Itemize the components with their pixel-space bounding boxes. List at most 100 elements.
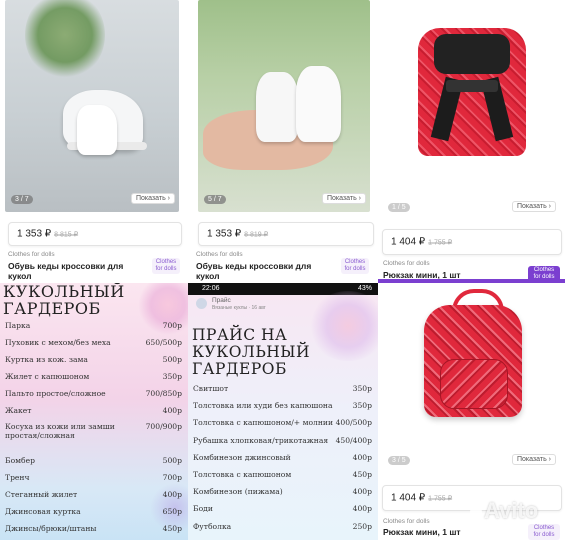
- pricelist-items: Свитшот 350р Толстовка или худи без капюшо…: [188, 384, 378, 540]
- item-price: 400р: [352, 487, 372, 497]
- brand-label: Clothes for dolls: [383, 260, 430, 267]
- item-name: Жакет: [5, 405, 32, 415]
- item-name: Пуховик с мехом/без меха: [5, 337, 111, 347]
- item-name: Рубашка хлопковая/трикотажная: [193, 435, 329, 445]
- price-row: Футболка 250р: [188, 522, 378, 539]
- status-time: 22:06: [202, 285, 220, 292]
- product-title[interactable]: Обувь кеды кроссовки для кукол: [8, 261, 128, 281]
- product-card-3[interactable]: 1 / 5 Показать › 1 404 ₽1 755 ₽ Clothes …: [378, 0, 565, 282]
- chat-name: Прайс: [212, 297, 231, 304]
- price: 1 404 ₽: [391, 492, 426, 504]
- plant-decor: [25, 0, 105, 80]
- price-row: Куртка из кож. зама 500р: [0, 355, 188, 372]
- old-price: 8 815 ₽: [54, 231, 79, 239]
- price-row: Джинсовая куртка 650р: [0, 507, 188, 524]
- item-price: 400р: [352, 452, 372, 462]
- price-row: Толстовка с капюшоном 450р: [188, 470, 378, 487]
- price-row: Бомбер 500р: [0, 456, 188, 473]
- product-photo[interactable]: 3 / 5 Показать ›: [382, 283, 560, 473]
- price-row: Косуха из кожи или замши простая/сложная…: [0, 422, 188, 456]
- item-name: Толстовка с капюшоном: [193, 470, 292, 479]
- product-card-1[interactable]: 3 / 7 Показать › 1 353 ₽8 815 ₽ Clothes …: [0, 0, 185, 282]
- photo-counter: 3 / 7: [11, 195, 33, 204]
- item-price: 400/500р: [335, 418, 372, 428]
- item-name: Жилет с капюшоном: [5, 371, 90, 381]
- show-more-button[interactable]: Показать ›: [130, 193, 175, 204]
- product-photo[interactable]: 3 / 7 Показать ›: [5, 0, 179, 212]
- item-name: Джинсовая куртка: [5, 506, 81, 516]
- pricelist-image-1[interactable]: КУКОЛЬНЫЙ ГАРДЕРОБ Парка 700р Пуховик с ме…: [0, 283, 188, 540]
- price-row: Парка 700р: [0, 321, 188, 338]
- item-name: Джинсы/брюки/штаны: [5, 523, 97, 533]
- item-price: 700р: [162, 473, 182, 483]
- product-title[interactable]: Обувь кеды кроссовки для кукол: [196, 261, 316, 281]
- price-box[interactable]: 1 404 ₽1 755 ₽: [382, 229, 562, 255]
- item-price: 700/850р: [145, 388, 182, 398]
- price-row: Джинсы/брюки/штаны 450р: [0, 524, 188, 540]
- product-card-2[interactable]: 5 / 7 Показать › 1 353 ₽8 819 ₽ Clothes …: [190, 0, 375, 282]
- price-row: Толстовка или худи без капюшона 350р: [188, 401, 378, 418]
- price-box[interactable]: 1 353 ₽8 819 ₽: [198, 222, 374, 246]
- price: 1 404 ₽: [391, 236, 426, 248]
- show-more-button[interactable]: Показать ›: [511, 201, 556, 212]
- photo-counter: 5 / 7: [204, 195, 226, 204]
- item-name: Тренч: [5, 473, 30, 483]
- backpack-pocket: [440, 359, 508, 409]
- old-price: 1 755 ₽: [428, 239, 453, 247]
- item-price: 650р: [162, 506, 182, 516]
- sneaker-shape: [256, 72, 298, 142]
- sneaker-shape: [77, 105, 117, 155]
- item-price: 700/900р: [145, 422, 182, 432]
- item-price: 500р: [162, 354, 182, 364]
- item-name: Куртка из кож. зама: [5, 354, 88, 364]
- item-price: 350р: [352, 384, 372, 393]
- show-more-button[interactable]: Показать ›: [511, 454, 556, 465]
- backpack-buckle: [446, 80, 498, 92]
- price-row: Жакет 400р: [0, 406, 188, 423]
- item-name: Комбинезон джинсовый: [193, 452, 291, 462]
- price-row: Комбинезон джинсовый 400р: [188, 453, 378, 470]
- item-name: Комбинезон (пижама): [193, 487, 283, 497]
- item-name: Толстовка или худи без капюшона: [193, 401, 333, 411]
- shop-badge: Clothes for dolls: [528, 524, 560, 540]
- old-price: 8 819 ₽: [244, 231, 269, 239]
- shop-badge: Clothes for dolls: [152, 258, 180, 274]
- brand-label: Clothes for dolls: [383, 518, 430, 525]
- product-photo[interactable]: 5 / 7 Показать ›: [198, 0, 370, 212]
- item-name: Свитшот: [193, 384, 229, 393]
- avatar[interactable]: [196, 298, 207, 309]
- item-price: 400р: [162, 405, 182, 415]
- product-title[interactable]: Рюкзак мини, 1 шт: [383, 527, 503, 537]
- item-price: 400р: [162, 490, 182, 499]
- pricelist-title: ПРАЙС НА КУКОЛЬНЫЙ ГАРДЕРОБ: [192, 326, 311, 378]
- item-name: Боди: [193, 504, 213, 514]
- item-price: 350р: [162, 371, 182, 381]
- price-row: Пуховик с мехом/без меха 650/500р: [0, 338, 188, 355]
- item-price: 700р: [162, 321, 182, 330]
- show-more-button[interactable]: Показать ›: [321, 193, 366, 204]
- avito-watermark: Avito: [470, 498, 538, 524]
- pricelist-title: КУКОЛЬНЫЙ ГАРДЕРОБ: [3, 283, 125, 318]
- avito-logo-icon: [470, 506, 482, 518]
- price-row: Рубашка хлопковая/трикотажная 450/400р: [188, 436, 378, 453]
- item-name: Футболка: [193, 521, 232, 531]
- item-name: Косуха из кожи или замши простая/сложная: [5, 422, 115, 441]
- item-name: Парка: [5, 321, 31, 330]
- price-row: Боди 400р: [188, 504, 378, 521]
- brand-label: Clothes for dolls: [8, 251, 55, 258]
- item-name: Пальто простое/сложное: [5, 388, 106, 398]
- price-row: Тренч 700р: [0, 473, 188, 490]
- sneaker-shape: [296, 66, 341, 142]
- price-row: Комбинезон (пижама) 400р: [188, 487, 378, 504]
- price-box[interactable]: 1 353 ₽8 815 ₽: [8, 222, 182, 246]
- item-price: 450р: [162, 523, 182, 533]
- pricelist-image-2[interactable]: 22:06 43% Прайс Вязаные куклы · 16 авг П…: [188, 283, 378, 540]
- pricelist-items: Парка 700р Пуховик с мехом/без меха 650/500…: [0, 321, 188, 540]
- item-price: 500р: [162, 456, 182, 466]
- product-photo[interactable]: 1 / 5 Показать ›: [382, 0, 560, 220]
- item-price: 250р: [352, 521, 372, 531]
- item-name: Бомбер: [5, 456, 35, 466]
- item-name: Стеганный жилет: [5, 490, 78, 499]
- photo-counter: 1 / 5: [388, 203, 410, 212]
- item-name: Толстовка с капюшоном/+ молнии: [193, 418, 334, 428]
